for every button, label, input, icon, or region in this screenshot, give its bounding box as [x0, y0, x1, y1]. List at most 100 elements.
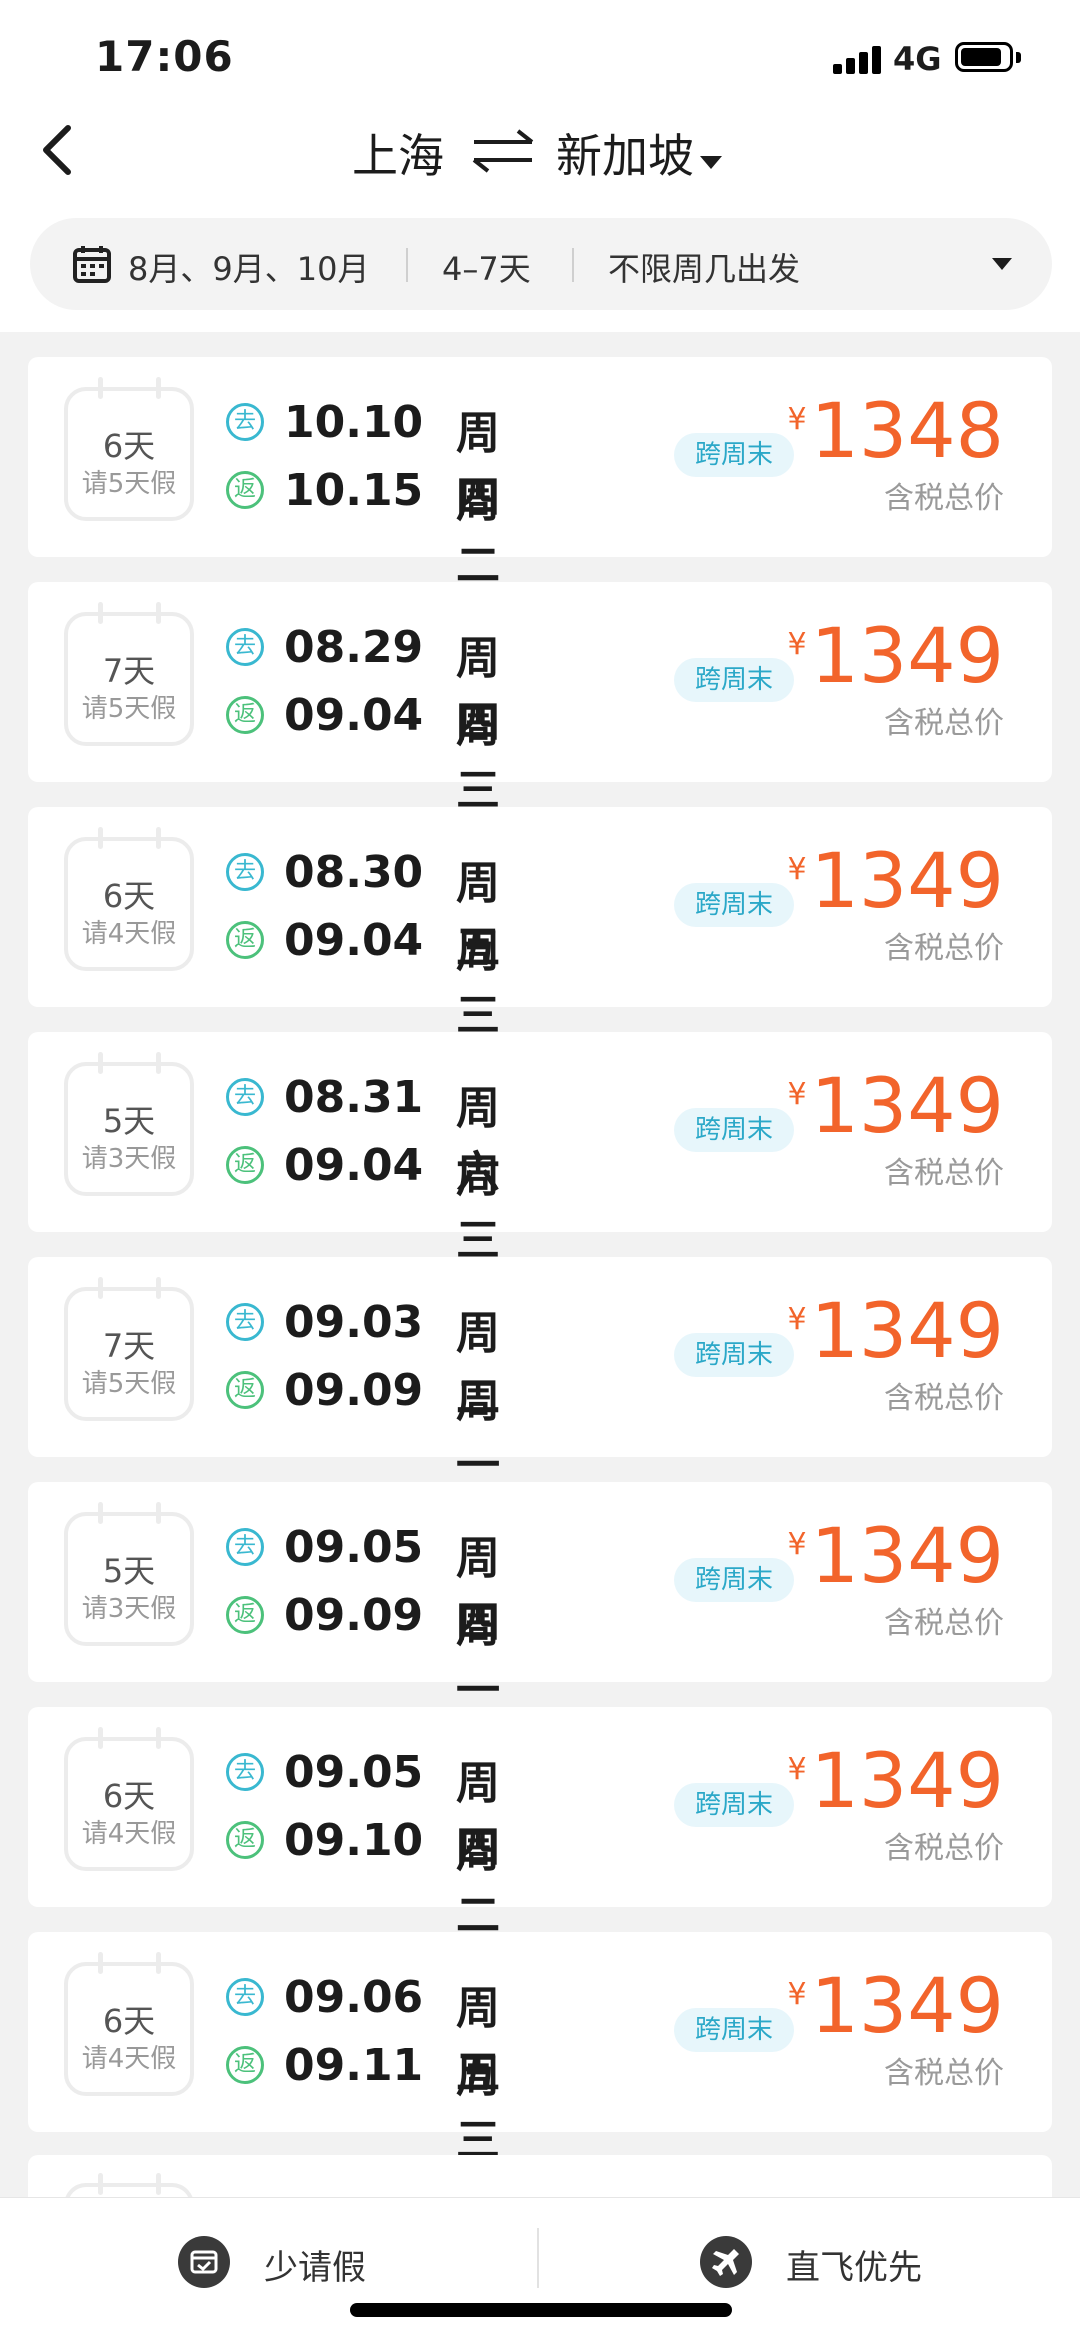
list-item[interactable]: 7天 请5天假去 08.29 周四返 09.04 周三 跨周末 ¥1349 含税总价	[28, 582, 1052, 816]
tab-direct-first[interactable]: 直飞优先	[540, 2198, 1080, 2318]
return-date: 09.10	[284, 1815, 424, 1866]
list-item[interactable]: 5天 请3天假去 08.31 周六返 09.04 周三 跨周末 ¥1349 含税总价	[28, 1032, 1052, 1266]
return-date: 09.09	[284, 1590, 424, 1641]
list-item[interactable]: 5天 请3天假去 09.05 周四返 09.09 周一 跨周末 ¥1349 含税总价	[28, 1482, 1052, 1716]
caret-down-icon[interactable]	[700, 156, 722, 169]
outbound-date: 10.10	[284, 397, 424, 448]
calendar-card-icon: 5天 请3天假	[64, 1052, 194, 1196]
filter-months[interactable]: 8月、9月、10月	[128, 244, 369, 290]
price: ¥1348	[787, 391, 1004, 471]
network-label: 4G	[893, 40, 942, 78]
calendar-card-icon: 6天 请4天假	[64, 1952, 194, 2096]
price-note: 含税总价	[884, 481, 1004, 516]
signal-icon	[833, 44, 883, 74]
tab-divider	[537, 2228, 539, 2288]
price-value: 1349	[810, 1736, 1004, 1825]
outbound-date: 08.30	[284, 847, 424, 898]
return-date: 09.04	[284, 690, 424, 741]
return-weekday: 周三	[456, 926, 500, 1041]
home-indicator	[350, 2303, 732, 2317]
return-badge: 返	[226, 921, 264, 959]
tab-label: 少请假	[264, 2248, 366, 2288]
trip-days: 7天	[102, 1327, 156, 1365]
return-date: 09.04	[284, 915, 424, 966]
return-weekday: 周三	[456, 1151, 500, 1266]
route-selector[interactable]: 上海 新加坡	[0, 120, 1080, 183]
currency-symbol: ¥	[787, 1302, 807, 1337]
trip-days: 6天	[102, 427, 156, 465]
price-note: 含税总价	[884, 1831, 1004, 1866]
price-note: 含税总价	[884, 706, 1004, 741]
list-item[interactable]: 7天 请5天假去 09.03 周二返 09.09 周一 跨周末 ¥1349 含税总价	[28, 1257, 1052, 1491]
return-weekday: 周二	[456, 476, 500, 591]
leave-days: 请5天假	[81, 469, 177, 499]
leave-days: 请4天假	[81, 1819, 177, 1849]
outbound-date: 09.05	[284, 1747, 424, 1798]
weekend-tag: 跨周末	[674, 1333, 794, 1377]
currency-symbol: ¥	[787, 1077, 807, 1112]
return-weekday: 周一	[456, 1601, 500, 1716]
price: ¥1349	[787, 616, 1004, 696]
return-badge: 返	[226, 1371, 264, 1409]
outbound-badge: 去	[226, 853, 264, 891]
calendar-card-icon: 6天 请4天假	[64, 827, 194, 971]
trip-days: 5天	[102, 1552, 156, 1590]
outbound-badge: 去	[226, 403, 264, 441]
tab-less-leave[interactable]: 少请假	[0, 2198, 538, 2318]
filter-days[interactable]: 4–7天	[442, 244, 531, 290]
outbound-badge: 去	[226, 1753, 264, 1791]
currency-symbol: ¥	[787, 402, 807, 437]
return-badge: 返	[226, 2046, 264, 2084]
outbound-date: 09.05	[284, 1522, 424, 1573]
return-badge: 返	[226, 1821, 264, 1859]
weekend-tag: 跨周末	[674, 1108, 794, 1152]
list-item[interactable]: 6天 请4天假去 09.06 周五返 09.11 周三 跨周末 ¥1349 含税总价	[28, 1932, 1052, 2166]
calendar-card-icon: 6天请5天假	[64, 377, 194, 521]
price: ¥1349	[787, 1066, 1004, 1146]
caret-down-icon[interactable]	[992, 258, 1012, 270]
weekend-tag: 跨周末	[674, 433, 794, 477]
filter-weekday[interactable]: 不限周几出发	[608, 244, 800, 290]
leave-days: 请5天假	[81, 1369, 177, 1399]
swap-icon[interactable]	[470, 126, 536, 176]
trip-days: 6天	[102, 2002, 156, 2040]
trip-days: 6天	[102, 1777, 156, 1815]
header: 上海 新加坡 8月、9月、10月 4–7天 不限周几出发	[0, 100, 1080, 332]
calendar-card-icon: 7天请5天假	[64, 1277, 194, 1421]
price-note: 含税总价	[884, 1156, 1004, 1191]
price: ¥1349	[787, 1291, 1004, 1371]
return-date: 09.11	[284, 2040, 424, 2091]
return-badge: 返	[226, 696, 264, 734]
currency-symbol: ¥	[787, 852, 807, 887]
return-badge: 返	[226, 1596, 264, 1634]
weekend-tag: 跨周末	[674, 883, 794, 927]
outbound-badge: 去	[226, 628, 264, 666]
list-item[interactable]: 6天 请4天假去 08.30 周五返 09.04 周三 跨周末 ¥1349 含税总价	[28, 807, 1052, 1041]
list-item[interactable]: 6天 请5天假去 10.10 周四返 10.15 周二 跨周末 ¥1348 含税总价	[28, 357, 1052, 591]
calendar-card-icon: 6天请4天假	[64, 1727, 194, 1871]
price: ¥1349	[787, 1966, 1004, 2046]
status-time: 17:06	[95, 32, 234, 81]
filter-divider	[406, 248, 408, 282]
outbound-badge: 去	[226, 1528, 264, 1566]
outbound-badge: 去	[226, 1078, 264, 1116]
leave-days: 请3天假	[81, 1594, 177, 1624]
list-item[interactable]: 6天 请4天假去 09.05 周四返 09.10 周二 跨周末 ¥1349 含税总价	[28, 1707, 1052, 1941]
currency-symbol: ¥	[787, 1752, 807, 1787]
return-weekday: 周三	[456, 701, 500, 816]
trip-days: 5天	[102, 1102, 156, 1140]
outbound-date: 09.06	[284, 1972, 424, 2023]
filter-bar[interactable]: 8月、9月、10月 4–7天 不限周几出发	[30, 218, 1052, 310]
trip-days: 6天	[102, 877, 156, 915]
trip-days: 7天	[102, 652, 156, 690]
plane-icon	[700, 2236, 752, 2288]
filter-divider	[572, 248, 574, 282]
outbound-date: 08.31	[284, 1072, 424, 1123]
return-date: 10.15	[284, 465, 424, 516]
currency-symbol: ¥	[787, 1977, 807, 2012]
currency-symbol: ¥	[787, 627, 807, 662]
destination-city[interactable]: 新加坡	[556, 120, 694, 186]
return-weekday: 周三	[456, 2051, 500, 2166]
outbound-badge: 去	[226, 1978, 264, 2016]
origin-city[interactable]: 上海	[352, 120, 444, 186]
